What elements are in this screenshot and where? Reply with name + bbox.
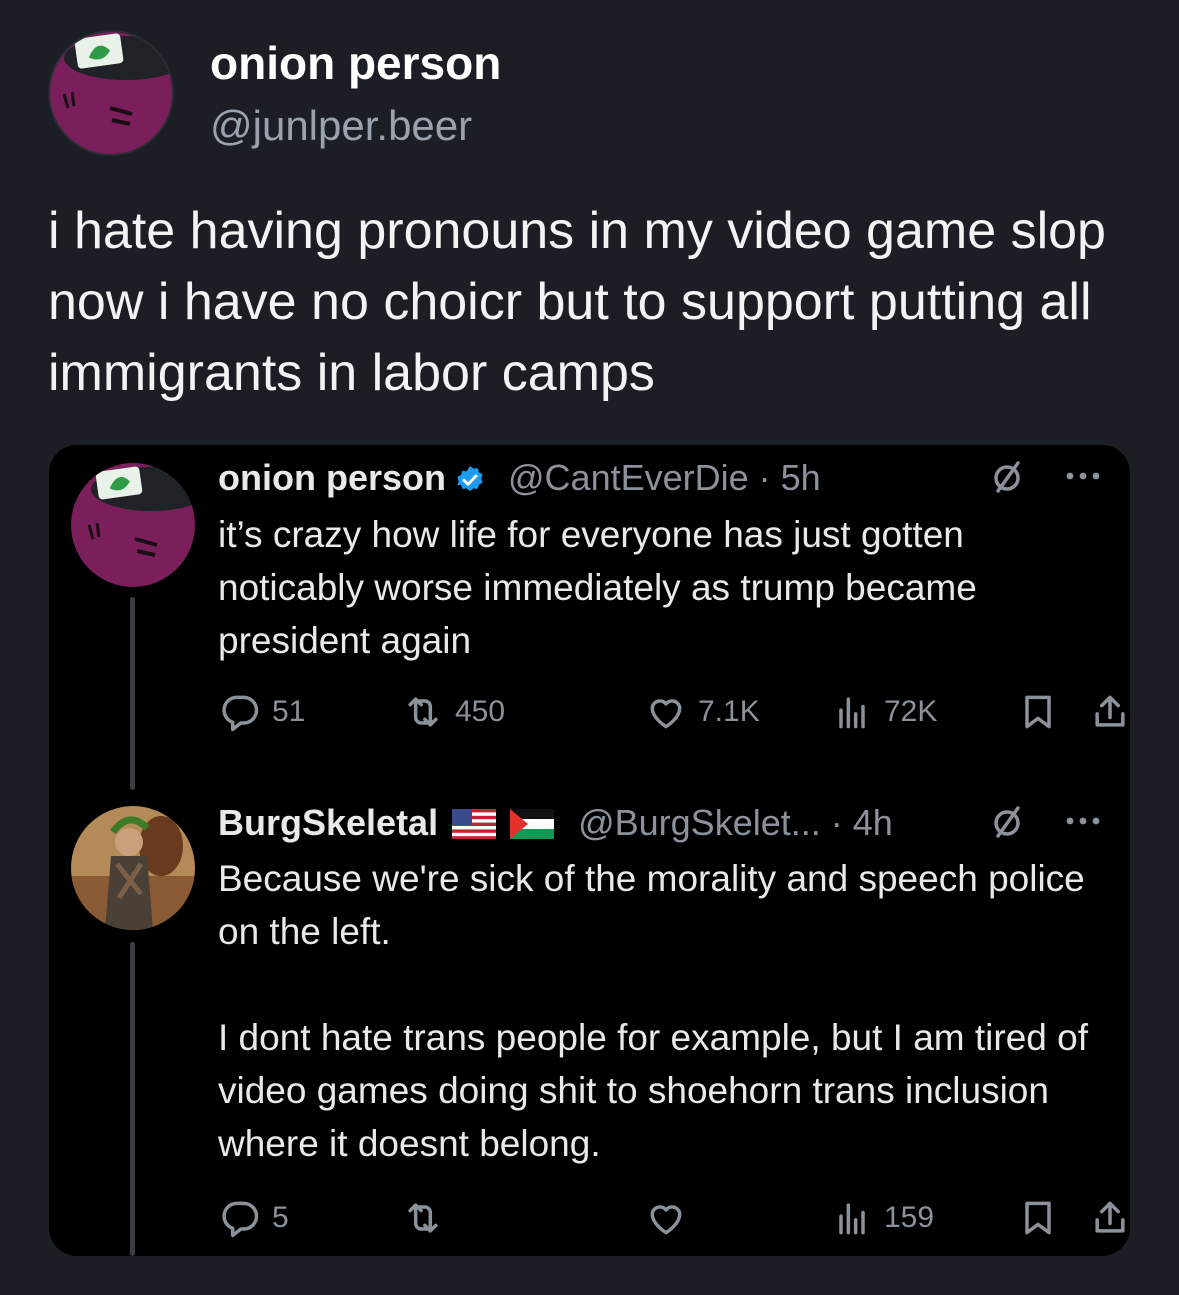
bookmark-button[interactable] (1016, 1196, 1060, 1240)
reply-icon (222, 1201, 259, 1238)
reply-button[interactable]: 51 (218, 690, 305, 734)
reply-count: 5 (272, 1201, 289, 1234)
tweet-actions: 51 450 7.1K 72K (218, 690, 1125, 734)
tweet-time: · 4h (830, 802, 893, 843)
us-flag-icon (452, 806, 497, 848)
tweet-handle[interactable]: @CantEverDie (508, 457, 749, 498)
tweet-body: Because we're sick of the morality and s… (218, 852, 1098, 1170)
reply-button[interactable]: 5 (218, 1196, 289, 1240)
author-handle[interactable]: @junlper.beer (210, 102, 472, 150)
tweet-handle[interactable]: @BurgSkelet... (578, 802, 821, 843)
tweet-text: it’s crazy how life for everyone has jus… (218, 514, 977, 661)
like-button[interactable] (644, 1196, 698, 1240)
tweet-time: · 5h (758, 457, 821, 498)
share-icon (1095, 1201, 1125, 1233)
repost-icon (408, 1203, 438, 1233)
reply-icon (222, 695, 259, 732)
tweet-text: I dont hate trans people for example, bu… (218, 1017, 1089, 1164)
repost-button[interactable] (401, 1196, 455, 1240)
heart-icon (650, 699, 682, 729)
tweet-author-name[interactable]: BurgSkeletal (218, 802, 438, 843)
thread-line (130, 942, 135, 1256)
tweet-author-name[interactable]: onion person (218, 457, 446, 498)
thread-line (130, 597, 135, 790)
like-button[interactable]: 7.1K (644, 690, 760, 734)
embedded-tweet: BurgSkeletal @BurgSkelet... · 4h Because… (49, 790, 1130, 1256)
more-options-icon[interactable] (1065, 814, 1101, 832)
tweet-header: onion person @CantEverDie · 5h (218, 457, 1110, 503)
tweet-avatar[interactable] (71, 806, 195, 930)
more-options-icon[interactable] (1065, 469, 1101, 487)
verified-badge-icon (454, 463, 486, 505)
repost-count: 450 (455, 695, 506, 728)
bookmark-icon (1025, 1201, 1051, 1235)
reply-count: 51 (272, 695, 306, 728)
grok-icon[interactable] (989, 459, 1025, 500)
grok-icon[interactable] (989, 804, 1025, 845)
author-avatar[interactable] (48, 30, 174, 156)
bookmark-icon (1025, 695, 1051, 729)
post-text: i hate having pronouns in my video game … (48, 202, 1106, 402)
views-count: 72K (884, 695, 938, 728)
share-button[interactable] (1088, 1196, 1130, 1240)
repost-icon (408, 697, 438, 727)
views-button[interactable]: 72K (830, 690, 937, 734)
views-icon (839, 1203, 865, 1235)
heart-icon (650, 1205, 682, 1235)
share-icon (1095, 695, 1125, 727)
repost-button[interactable]: 450 (401, 690, 505, 734)
views-button[interactable]: 159 (830, 1196, 934, 1240)
like-count: 7.1K (698, 695, 760, 728)
views-count: 159 (884, 1201, 935, 1234)
post-header: onion person @junlper.beer (48, 30, 1148, 160)
tweet-avatar[interactable] (71, 463, 195, 587)
palestine-flag-icon (510, 806, 555, 848)
embedded-tweet: onion person @CantEverDie · 5h it’s craz… (49, 445, 1130, 790)
tweet-body: it’s crazy how life for everyone has jus… (218, 508, 1098, 667)
bookmark-button[interactable] (1016, 690, 1060, 734)
tweet-actions: 5 159 (218, 1196, 1125, 1240)
tweet-text: Because we're sick of the morality and s… (218, 858, 1085, 952)
author-name[interactable]: onion person (210, 36, 501, 90)
tweet-header-actions (989, 804, 1114, 840)
tweet-header: BurgSkeletal @BurgSkelet... · 4h (218, 802, 1110, 848)
tweet-header-actions (989, 459, 1114, 495)
share-button[interactable] (1088, 690, 1130, 734)
views-icon (839, 697, 865, 729)
embedded-screenshot: onion person @CantEverDie · 5h it’s craz… (49, 445, 1130, 1256)
